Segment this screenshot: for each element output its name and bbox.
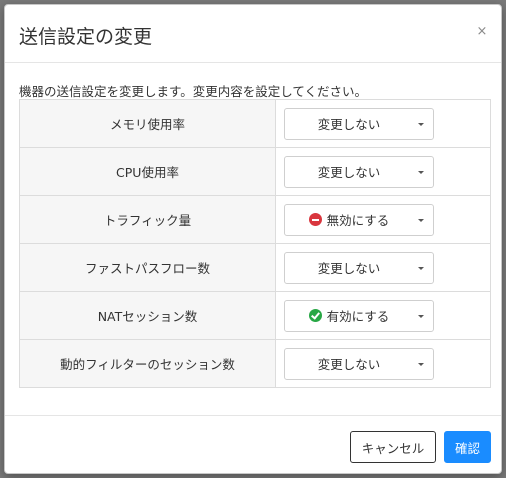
- cpu-select[interactable]: 変更しない: [284, 155, 434, 188]
- cancel-button[interactable]: キャンセル: [350, 431, 436, 463]
- caret-down-icon: [418, 266, 424, 270]
- dialog-body: 機器の送信設定を変更します。変更内容を設定してください。 メモリ使用率 変更しな…: [19, 63, 491, 388]
- dialog-description: 機器の送信設定を変更します。変更内容を設定してください。: [19, 84, 368, 99]
- setting-label-dynamic-filter: 動的フィルターのセッション数: [19, 339, 276, 388]
- select-value: 無効にする: [326, 213, 390, 228]
- caret-down-icon: [418, 170, 424, 174]
- select-value: 変更しない: [317, 165, 381, 180]
- dialog-footer: キャンセル 確認: [5, 415, 501, 475]
- setting-label-traffic: トラフィック量: [19, 195, 276, 244]
- confirm-button[interactable]: 確認: [444, 431, 491, 463]
- table-row: メモリ使用率 変更しない: [19, 99, 491, 148]
- nat-select[interactable]: 有効にする: [284, 299, 434, 332]
- table-row: 動的フィルターのセッション数 変更しない: [19, 339, 491, 388]
- dialog-header: 送信設定の変更 ×: [5, 5, 501, 63]
- setting-label-memory: メモリ使用率: [19, 99, 276, 148]
- select-value: 変更しない: [317, 261, 381, 276]
- select-value: 有効にする: [326, 309, 390, 324]
- close-icon[interactable]: ×: [475, 24, 489, 40]
- dynamic-filter-select[interactable]: 変更しない: [284, 347, 434, 380]
- dialog-title: 送信設定の変更: [19, 26, 153, 48]
- table-row: ファストパスフロー数 変更しない: [19, 243, 491, 292]
- minus-circle-icon: [308, 213, 322, 226]
- select-value: 変更しない: [317, 357, 381, 372]
- fastpath-select[interactable]: 変更しない: [284, 251, 434, 284]
- table-row: トラフィック量 無効にする: [19, 195, 491, 244]
- caret-down-icon: [418, 122, 424, 126]
- settings-table: メモリ使用率 変更しない CPU使用率 変更しない トラフィック量 無効にする …: [19, 99, 491, 388]
- caret-down-icon: [418, 218, 424, 222]
- setting-label-fastpath: ファストパスフロー数: [19, 243, 276, 292]
- check-circle-icon: [308, 309, 322, 322]
- table-row: CPU使用率 変更しない: [19, 147, 491, 196]
- select-value: 変更しない: [317, 117, 381, 132]
- setting-label-cpu: CPU使用率: [19, 147, 276, 196]
- caret-down-icon: [418, 362, 424, 366]
- memory-select[interactable]: 変更しない: [284, 107, 434, 140]
- traffic-select[interactable]: 無効にする: [284, 203, 434, 236]
- caret-down-icon: [418, 314, 424, 318]
- send-settings-dialog: 送信設定の変更 × 機器の送信設定を変更します。変更内容を設定してください。 メ…: [4, 4, 502, 474]
- table-row: NATセッション数 有効にする: [19, 291, 491, 340]
- setting-label-nat: NATセッション数: [19, 291, 276, 340]
